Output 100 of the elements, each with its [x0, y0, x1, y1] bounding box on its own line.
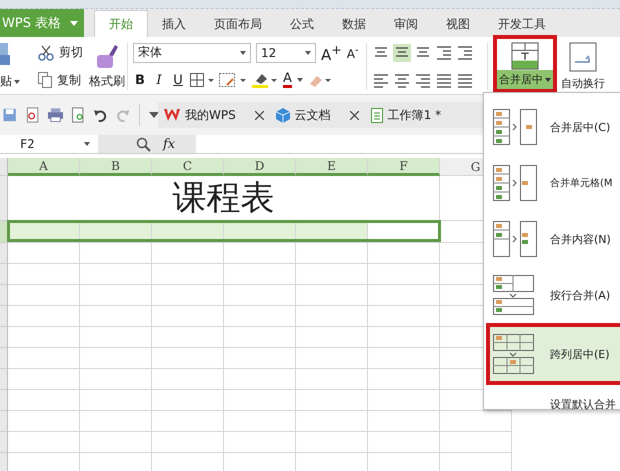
table-cell[interactable]: [8, 306, 80, 327]
table-cell[interactable]: [152, 411, 224, 432]
table-cell[interactable]: [224, 411, 296, 432]
print-icon[interactable]: [48, 108, 63, 122]
dropdown-icon[interactable]: [148, 112, 158, 118]
table-cell[interactable]: [296, 348, 368, 369]
table-cell[interactable]: [80, 390, 152, 411]
row-header[interactable]: [0, 306, 8, 327]
caret-icon[interactable]: [14, 80, 20, 84]
table-cell[interactable]: [8, 432, 80, 453]
table-cell[interactable]: [368, 432, 440, 453]
table-cell[interactable]: [296, 390, 368, 411]
caret-icon[interactable]: [84, 142, 90, 146]
table-cell[interactable]: [152, 348, 224, 369]
paste-button[interactable]: 贴: [0, 73, 12, 90]
table-cell[interactable]: [368, 348, 440, 369]
close-icon[interactable]: [350, 110, 359, 120]
caret-icon[interactable]: [240, 50, 246, 55]
table-cell[interactable]: [368, 390, 440, 411]
table-cell[interactable]: [296, 432, 368, 453]
scissors-icon[interactable]: [38, 44, 54, 61]
menu-item[interactable]: 设置默认合并: [484, 385, 620, 412]
column-header[interactable]: E: [296, 158, 368, 176]
table-cell[interactable]: [80, 306, 152, 327]
row-header[interactable]: [0, 411, 8, 432]
table-cell[interactable]: [224, 348, 296, 369]
format-painter-button[interactable]: 格式刷: [89, 73, 125, 90]
ribbon-tab[interactable]: 开始: [94, 10, 148, 37]
table-cell[interactable]: [224, 285, 296, 306]
caret-icon[interactable]: [545, 78, 551, 82]
wrap-text-icon[interactable]: [569, 42, 597, 72]
fill-color-icon[interactable]: [252, 72, 278, 88]
font-style-button[interactable]: B: [133, 72, 147, 88]
column-header[interactable]: B: [80, 158, 152, 176]
table-cell[interactable]: [152, 264, 224, 285]
table-cell[interactable]: [368, 264, 440, 285]
document-tab[interactable]: 我的WPS: [185, 106, 236, 124]
paste-icon[interactable]: [0, 43, 10, 65]
table-cell[interactable]: [368, 306, 440, 327]
borders-icon[interactable]: [190, 73, 214, 88]
font-color-button[interactable]: A: [283, 72, 292, 88]
row-header[interactable]: [0, 432, 8, 453]
row-header[interactable]: [0, 453, 8, 471]
font-style-button[interactable]: I: [152, 72, 166, 88]
table-cell[interactable]: [80, 243, 152, 264]
table-cell[interactable]: [152, 243, 224, 264]
table-cell[interactable]: [296, 285, 368, 306]
table-cell[interactable]: [440, 411, 512, 432]
column-header[interactable]: F: [368, 158, 440, 176]
table-cell[interactable]: [8, 327, 80, 348]
close-icon[interactable]: [254, 110, 264, 120]
table-cell[interactable]: [80, 369, 152, 390]
save-icon[interactable]: [3, 108, 16, 122]
table-cell[interactable]: [368, 285, 440, 306]
table-cell[interactable]: [80, 411, 152, 432]
table-cell[interactable]: [152, 390, 224, 411]
table-cell[interactable]: [368, 327, 440, 348]
caret-icon[interactable]: [296, 78, 303, 82]
table-cell[interactable]: [224, 327, 296, 348]
table-cell[interactable]: [368, 411, 440, 432]
function-button[interactable]: fx: [163, 136, 176, 152]
copy-icon[interactable]: [38, 72, 52, 88]
table-cell[interactable]: [296, 327, 368, 348]
font-style-button[interactable]: U: [171, 72, 185, 88]
print-preview-icon[interactable]: [72, 107, 86, 123]
table-cell[interactable]: [8, 369, 80, 390]
row-header[interactable]: [0, 264, 8, 285]
ribbon-tab[interactable]: 数据: [328, 11, 380, 37]
table-cell[interactable]: [296, 264, 368, 285]
menu-item[interactable]: 按行合并(A): [484, 267, 620, 323]
cut-button[interactable]: 剪切: [59, 44, 83, 62]
brush-icon[interactable]: [95, 43, 119, 69]
table-cell[interactable]: [368, 369, 440, 390]
ribbon-tab[interactable]: 页面布局: [200, 11, 276, 37]
table-cell[interactable]: [80, 264, 152, 285]
table-cell[interactable]: [152, 432, 224, 453]
row-header[interactable]: [0, 327, 8, 348]
row-header[interactable]: [0, 176, 8, 221]
align-icon[interactable]: [393, 44, 411, 62]
align-icon[interactable]: [456, 44, 474, 62]
table-cell[interactable]: [152, 306, 224, 327]
table-cell[interactable]: [8, 411, 80, 432]
caret-icon[interactable]: [305, 50, 311, 55]
table-cell[interactable]: [224, 432, 296, 453]
table-cell[interactable]: [152, 369, 224, 390]
cell-style-icon[interactable]: [219, 73, 247, 88]
zoom-icon[interactable]: [136, 136, 151, 152]
grow-font-button[interactable]: A$^{+}$: [321, 42, 342, 64]
table-cell[interactable]: [80, 432, 152, 453]
table-cell[interactable]: [296, 411, 368, 432]
name-box[interactable]: F2: [0, 135, 98, 153]
redo-icon[interactable]: [116, 108, 130, 122]
table-cell[interactable]: [440, 432, 512, 453]
wrap-text-button[interactable]: 自动换行: [557, 39, 609, 94]
font-family-dropdown[interactable]: 宋体: [133, 42, 251, 63]
ribbon-tab[interactable]: 插入: [148, 11, 200, 37]
row-header[interactable]: [0, 369, 8, 390]
table-cell[interactable]: [296, 243, 368, 264]
table-cell[interactable]: [368, 243, 440, 264]
undo-icon[interactable]: [94, 108, 108, 122]
